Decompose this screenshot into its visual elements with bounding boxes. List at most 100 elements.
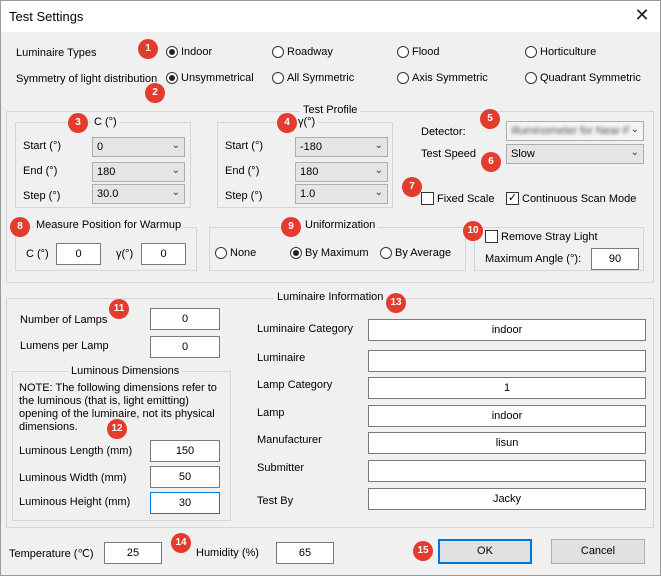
radio-flood[interactable]: Flood bbox=[397, 46, 440, 58]
radio-uniform-by-average[interactable]: By Average bbox=[380, 247, 451, 259]
annotation-badge: 10 bbox=[463, 221, 483, 241]
radio-unsymmetrical[interactable]: Unsymmetrical bbox=[166, 72, 254, 84]
temperature-input[interactable]: 25 bbox=[104, 542, 162, 564]
test-speed-select[interactable]: Slow ⌄ bbox=[506, 144, 644, 164]
chevron-down-icon: ⌄ bbox=[374, 165, 383, 176]
lamp-category-input[interactable]: 1 bbox=[368, 377, 646, 399]
annotation-badge: 7 bbox=[402, 177, 422, 197]
chevron-down-icon: ⌄ bbox=[171, 165, 180, 176]
lamp-label: Lamp bbox=[257, 407, 285, 419]
remove-stray-light-checkbox[interactable]: Remove Stray Light bbox=[485, 230, 601, 243]
chevron-down-icon: ⌄ bbox=[374, 140, 383, 151]
warmup-gamma-label: γ(°) bbox=[116, 248, 134, 260]
lamp-input[interactable]: indoor bbox=[368, 405, 646, 427]
cancel-button[interactable]: Cancel bbox=[551, 539, 645, 564]
lumens-per-lamp-input[interactable]: 0 bbox=[150, 336, 220, 358]
title-bar: Test Settings ✕ bbox=[1, 1, 660, 32]
symmetry-label: Symmetry of light distribution bbox=[16, 73, 158, 85]
radio-dot-icon bbox=[272, 46, 284, 58]
max-angle-label: Maximum Angle (°): bbox=[485, 253, 582, 265]
radio-dot-icon bbox=[525, 46, 537, 58]
annotation-badge: 2 bbox=[145, 83, 165, 103]
warmup-gamma-input[interactable]: 0 bbox=[141, 243, 186, 265]
close-icon[interactable]: ✕ bbox=[630, 5, 654, 27]
test-by-label: Test By bbox=[257, 495, 294, 507]
window-title: Test Settings bbox=[9, 9, 84, 24]
submitter-input[interactable] bbox=[368, 460, 646, 482]
checkmark-icon: ✓ bbox=[506, 192, 519, 205]
detector-select[interactable]: Illuminometer for Near-F ⌄ bbox=[506, 121, 644, 141]
temperature-label: Temperature (℃) bbox=[9, 548, 94, 560]
annotation-badge: 4 bbox=[277, 113, 297, 133]
gamma-step-label: Step (°) bbox=[225, 190, 263, 202]
radio-dot-icon bbox=[380, 247, 392, 259]
radio-horticulture[interactable]: Horticulture bbox=[525, 46, 596, 58]
annotation-badge: 3 bbox=[68, 113, 88, 133]
radio-indoor[interactable]: Indoor bbox=[166, 46, 212, 58]
annotation-badge: 6 bbox=[481, 152, 501, 172]
max-angle-input[interactable]: 90 bbox=[591, 248, 639, 270]
luminaire-category-input[interactable]: indoor bbox=[368, 319, 646, 341]
gamma-start-label: Start (°) bbox=[225, 140, 264, 152]
luminous-length-input[interactable]: 150 bbox=[150, 440, 220, 462]
ok-button[interactable]: OK bbox=[438, 539, 532, 564]
c-group-title: C (°) bbox=[91, 116, 120, 128]
detector-label: Detector: bbox=[421, 126, 466, 138]
c-start-select[interactable]: 0 ⌄ bbox=[92, 137, 185, 157]
warmup-c-label: C (°) bbox=[26, 248, 49, 260]
radio-dot-icon bbox=[272, 72, 284, 84]
gamma-end-select[interactable]: 180 ⌄ bbox=[295, 162, 388, 182]
humidity-label: Humidity (%) bbox=[196, 547, 259, 559]
c-start-label: Start (°) bbox=[23, 140, 62, 152]
chevron-down-icon: ⌄ bbox=[171, 140, 180, 151]
c-end-label: End (°) bbox=[23, 165, 58, 177]
luminous-height-label: Luminous Height (mm) bbox=[19, 496, 131, 508]
annotation-badge: 5 bbox=[480, 109, 500, 129]
lumens-per-lamp-label: Lumens per Lamp bbox=[20, 340, 109, 352]
test-settings-dialog: Test Settings ✕ Luminaire Types Indoor R… bbox=[0, 0, 661, 576]
chevron-down-icon: ⌄ bbox=[171, 187, 180, 198]
test-by-input[interactable]: Jacky bbox=[368, 488, 646, 510]
annotation-badge: 15 bbox=[413, 541, 433, 561]
radio-axis-symmetric[interactable]: Axis Symmetric bbox=[397, 72, 488, 84]
fixed-scale-checkbox[interactable]: Fixed Scale bbox=[421, 192, 494, 205]
luminaire-info-title: Luminaire Information bbox=[274, 291, 387, 303]
luminous-dimensions-title: Luminous Dimensions bbox=[68, 365, 183, 377]
gamma-step-select[interactable]: 1.0 ⌄ bbox=[295, 184, 388, 204]
annotation-badge: 12 bbox=[107, 419, 127, 439]
annotation-badge: 8 bbox=[10, 217, 30, 237]
number-of-lamps-label: Number of Lamps bbox=[20, 314, 108, 326]
c-end-select[interactable]: 180 ⌄ bbox=[92, 162, 185, 182]
radio-roadway[interactable]: Roadway bbox=[272, 46, 333, 58]
radio-uniform-none[interactable]: None bbox=[215, 247, 256, 259]
annotation-badge: 9 bbox=[281, 217, 301, 237]
warmup-title: Measure Position for Warmup bbox=[33, 219, 185, 231]
radio-dot-icon bbox=[397, 72, 409, 84]
continuous-scan-checkbox[interactable]: ✓ Continuous Scan Mode bbox=[506, 192, 636, 205]
c-step-select[interactable]: 30.0 ⌄ bbox=[92, 184, 185, 204]
luminous-height-input[interactable]: 30 bbox=[150, 492, 220, 514]
radio-dot-icon bbox=[290, 247, 302, 259]
manufacturer-label: Manufacturer bbox=[257, 434, 322, 446]
manufacturer-input[interactable]: lisun bbox=[368, 432, 646, 454]
radio-dot-icon bbox=[166, 72, 178, 84]
annotation-badge: 13 bbox=[386, 293, 406, 313]
radio-all-symmetric[interactable]: All Symmetric bbox=[272, 72, 354, 84]
warmup-c-input[interactable]: 0 bbox=[56, 243, 101, 265]
humidity-input[interactable]: 65 bbox=[276, 542, 334, 564]
luminaire-label: Luminaire bbox=[257, 352, 306, 364]
gamma-start-select[interactable]: -180 ⌄ bbox=[295, 137, 388, 157]
luminous-width-input[interactable]: 50 bbox=[150, 466, 220, 488]
radio-uniform-by-maximum[interactable]: By Maximum bbox=[290, 247, 369, 259]
luminaire-input[interactable] bbox=[368, 350, 646, 372]
chevron-down-icon: ⌄ bbox=[630, 124, 639, 135]
radio-quadrant-symmetric[interactable]: Quadrant Symmetric bbox=[525, 72, 641, 84]
gamma-group-title: γ(°) bbox=[295, 116, 319, 128]
number-of-lamps-input[interactable]: 0 bbox=[150, 308, 220, 330]
gamma-end-label: End (°) bbox=[225, 165, 260, 177]
radio-dot-icon bbox=[166, 46, 178, 58]
radio-dot-icon bbox=[525, 72, 537, 84]
radio-dot-icon bbox=[397, 46, 409, 58]
checkbox-icon bbox=[485, 230, 498, 243]
annotation-badge: 1 bbox=[138, 39, 158, 59]
